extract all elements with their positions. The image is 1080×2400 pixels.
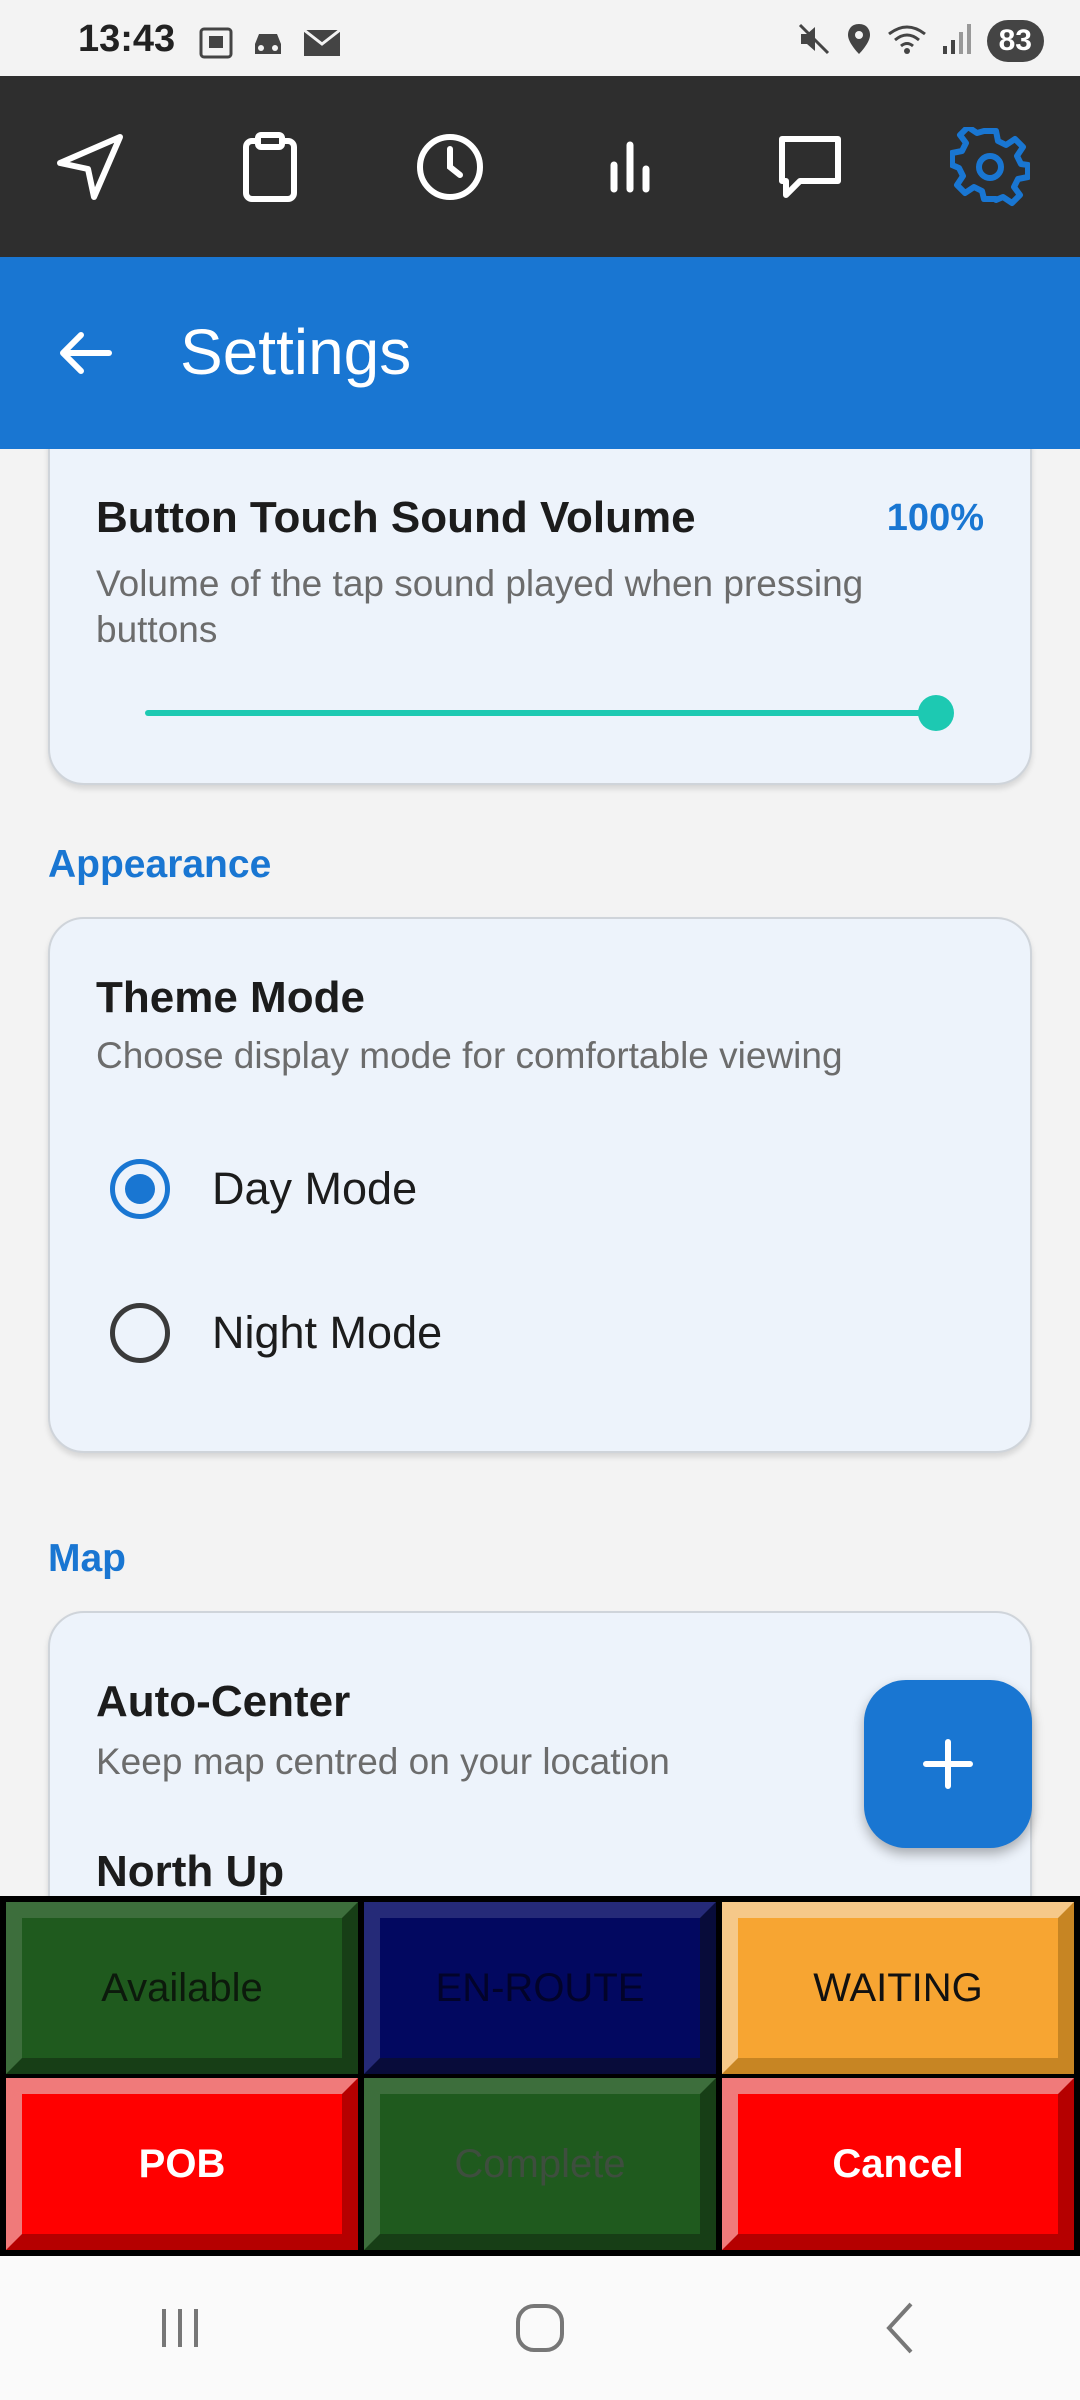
theme-mode-description: Choose display mode for comfortable view…	[96, 1035, 843, 1076]
day-mode-radio[interactable]	[110, 1159, 170, 1219]
home-icon	[516, 2304, 564, 2352]
volume-slider-thumb[interactable]	[918, 695, 954, 731]
theme-mode-title: Theme Mode	[96, 973, 365, 1022]
car-icon	[250, 26, 286, 65]
night-mode-radio[interactable]	[110, 1303, 170, 1363]
sound-volume-card: Button Touch Sound Volume 100% Volume of…	[48, 449, 1032, 785]
wifi-icon	[887, 22, 927, 61]
system-navigation-bar	[0, 2256, 1080, 2400]
nav-messages[interactable]	[755, 112, 865, 222]
navigation-icon	[57, 133, 123, 200]
nav-jobs[interactable]	[215, 112, 325, 222]
stats-icon	[610, 141, 650, 192]
screenshot-icon	[198, 26, 234, 65]
waiting-button[interactable]: WAITING	[722, 1902, 1074, 2074]
home-button[interactable]	[480, 2278, 600, 2378]
mail-icon	[302, 26, 342, 65]
day-mode-option[interactable]: Day Mode	[110, 1139, 417, 1239]
night-mode-label: Night Mode	[212, 1307, 443, 1358]
sound-volume-title: Button Touch Sound Volume	[96, 493, 696, 542]
nav-navigation[interactable]	[35, 112, 145, 222]
day-mode-label: Day Mode	[212, 1163, 418, 1214]
message-icon	[779, 135, 841, 198]
nav-settings[interactable]	[935, 112, 1045, 222]
theme-mode-card: Theme Mode Choose display mode for comfo…	[48, 917, 1032, 1453]
chevron-left-icon	[886, 2302, 913, 2354]
auto-center-title: Auto-Center	[96, 1677, 351, 1726]
sound-volume-value: 100%	[886, 497, 984, 539]
signal-icon	[941, 22, 973, 61]
complete-button[interactable]: Complete	[364, 2078, 716, 2250]
plus-icon	[923, 1739, 973, 1789]
north-up-title: North Up	[96, 1847, 285, 1896]
mute-icon	[797, 22, 831, 61]
clock-time: 13:43	[78, 18, 176, 60]
gear-icon	[950, 126, 1030, 206]
cancel-button[interactable]: Cancel	[722, 2078, 1074, 2250]
night-mode-option[interactable]: Night Mode	[110, 1283, 442, 1383]
clock-icon	[417, 133, 483, 200]
nav-stats[interactable]	[575, 112, 685, 222]
clipboard-icon	[243, 131, 297, 202]
add-fab-button[interactable]	[864, 1680, 1032, 1848]
available-button[interactable]: Available	[6, 1902, 358, 2074]
app-bar: Settings	[0, 257, 1080, 449]
appearance-section-header: Appearance	[48, 843, 272, 886]
volume-slider-track[interactable]	[145, 710, 935, 716]
status-bar: 13:43 83	[0, 0, 1080, 76]
system-back-button[interactable]	[840, 2278, 960, 2378]
top-navigation	[0, 76, 1080, 257]
job-status-buttons: Available EN-ROUTE WAITING POB Complete …	[0, 1896, 1080, 2256]
auto-center-description: Keep map centred on your location	[96, 1741, 670, 1782]
battery-indicator: 83	[986, 20, 1044, 62]
page-title: Settings	[180, 316, 412, 388]
sound-volume-description: Volume of the tap sound played when pres…	[96, 563, 864, 650]
arrow-left-icon	[60, 332, 112, 374]
nav-history[interactable]	[395, 112, 505, 222]
recent-apps-icon	[162, 2309, 198, 2347]
recent-apps-button[interactable]	[120, 2278, 240, 2378]
en-route-button[interactable]: EN-ROUTE	[364, 1902, 716, 2074]
notification-icons	[198, 26, 342, 65]
system-icons: 83	[797, 20, 1044, 62]
back-button[interactable]	[40, 313, 130, 393]
pob-button[interactable]: POB	[6, 2078, 358, 2250]
map-section-header: Map	[48, 1537, 126, 1580]
location-icon	[845, 22, 873, 61]
settings-content[interactable]: Button Touch Sound Volume 100% Volume of…	[0, 449, 1080, 1896]
